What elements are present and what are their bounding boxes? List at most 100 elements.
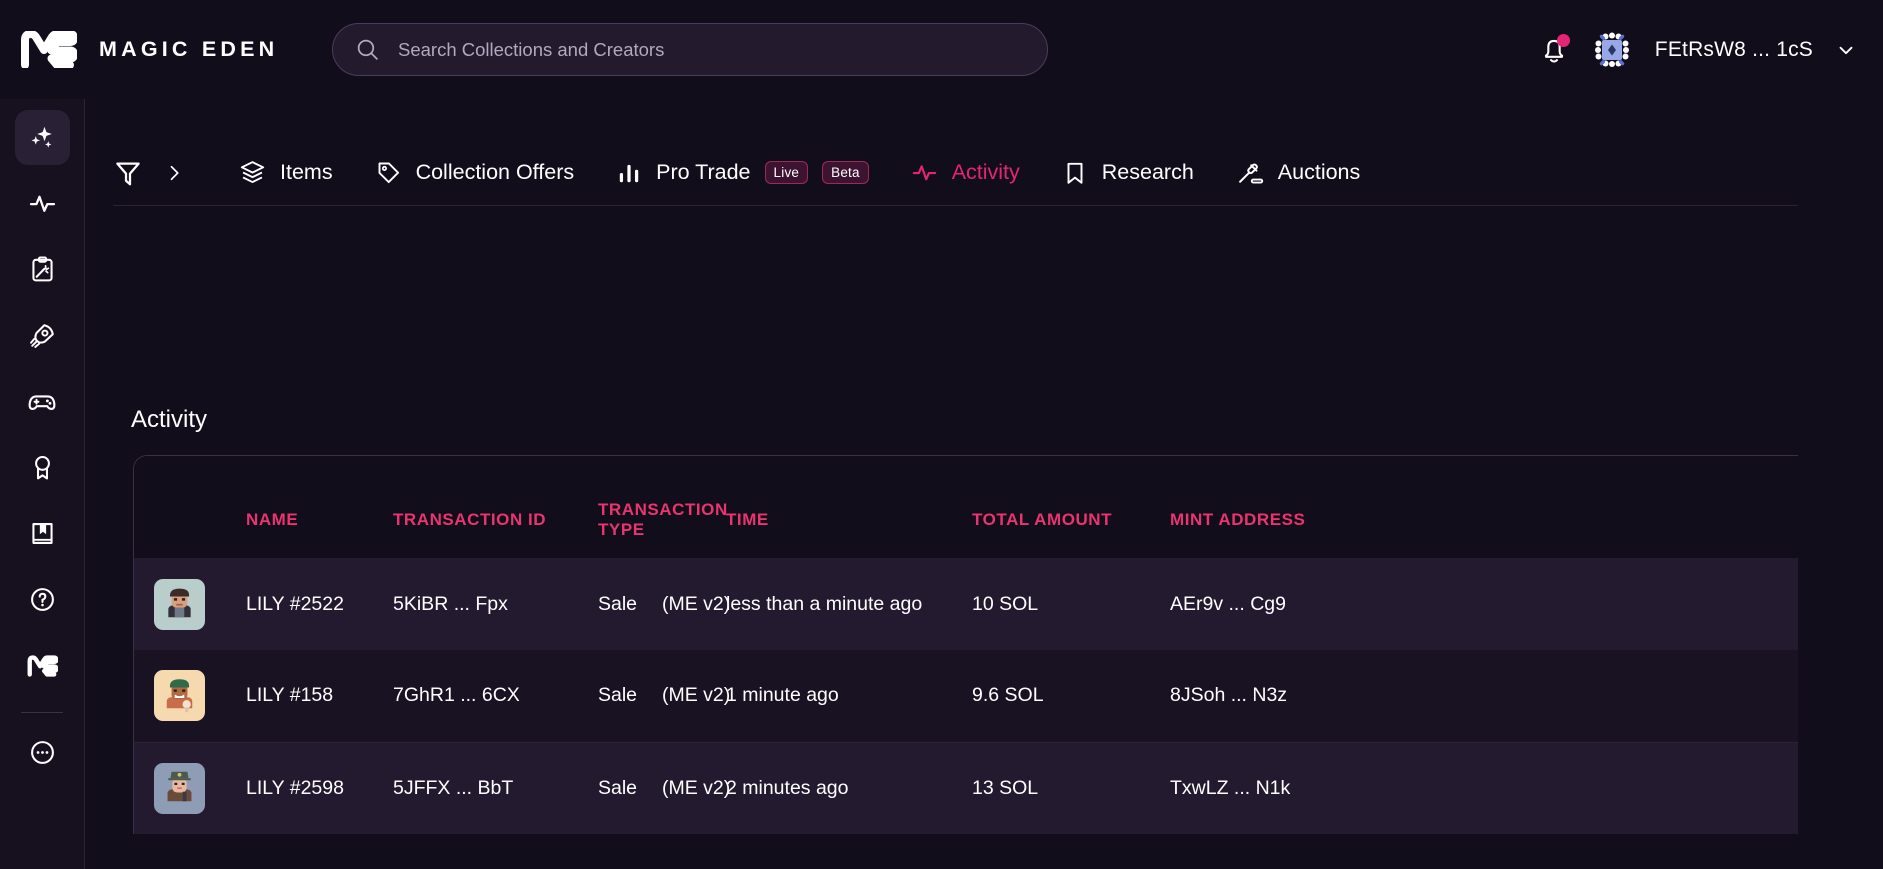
- row-time: 1 minute ago: [726, 650, 972, 742]
- row-name: LILY #158: [246, 650, 393, 742]
- gavel-icon: [1238, 162, 1263, 184]
- chevron-down-icon[interactable]: [1835, 39, 1857, 61]
- sidebar-item-games[interactable]: [15, 374, 70, 429]
- tab-activity[interactable]: Activity: [890, 140, 1041, 206]
- activity-table-panel: NAME TRANSACTION ID TRANSACTION TYPE TIM…: [133, 455, 1798, 834]
- activity-pulse-icon: [29, 195, 55, 212]
- row-transaction-id[interactable]: 5JFFX ... BbT: [393, 741, 598, 834]
- wallet-avatar[interactable]: [1590, 28, 1633, 71]
- gamepad-icon: [28, 394, 56, 410]
- collection-tabs: Items Collection Offers Pro Trade Live B…: [113, 140, 1798, 206]
- brand-name: MAGIC EDEN: [99, 37, 279, 61]
- row-marketplace: (ME v2): [662, 650, 730, 742]
- tab-items[interactable]: Items: [218, 140, 354, 206]
- tab-auctions[interactable]: Auctions: [1215, 140, 1381, 206]
- magic-eden-logo-icon: [21, 31, 77, 68]
- sparkles-icon: [31, 126, 52, 148]
- sidebar-item-discover[interactable]: [14, 110, 70, 165]
- sidebar-item-launchpad[interactable]: [15, 308, 70, 363]
- badge-beta: Beta: [822, 161, 869, 184]
- help-circle-icon: [30, 588, 54, 611]
- tag-icon: [378, 162, 399, 184]
- table-row[interactable]: LILY #2598 5JFFX ... BbT Sale (ME v2) 2 …: [134, 741, 1798, 834]
- activity-pulse-icon: [912, 165, 936, 181]
- tab-activity-label: Activity: [951, 160, 1020, 184]
- tab-pro-trade[interactable]: Pro Trade Live Beta: [595, 140, 890, 206]
- col-thumbnail: [134, 456, 246, 558]
- sidebar-item-activity[interactable]: [15, 176, 70, 231]
- row-transaction-type: Sale: [598, 650, 662, 742]
- sidebar-item-rewards[interactable]: [15, 440, 70, 495]
- rocket-icon: [29, 324, 54, 348]
- table-row[interactable]: LILY #2522 5KiBR ... Fpx Sale (ME v2) le…: [134, 558, 1798, 650]
- tab-pro-trade-label: Pro Trade: [656, 160, 751, 184]
- badge-live: Live: [764, 161, 809, 184]
- notification-badge-dot: [1556, 33, 1570, 47]
- search-icon: [357, 39, 378, 60]
- wallet-avatar-icon: [1594, 32, 1629, 67]
- row-name: LILY #2598: [246, 741, 393, 834]
- magic-eden-app: MAGIC EDEN Search Collections and Creato…: [0, 0, 1883, 869]
- col-time: TIME: [726, 456, 972, 558]
- row-marketplace: (ME v2): [662, 741, 730, 834]
- tab-collection-offers[interactable]: Collection Offers: [354, 140, 596, 206]
- row-time: 2 minutes ago: [726, 741, 972, 834]
- row-total-amount: 9.6 SOL: [972, 650, 1170, 742]
- row-mint-address[interactable]: 8JSoh ... N3z: [1170, 650, 1798, 742]
- sidebar-item-learn[interactable]: [15, 506, 70, 561]
- sidebar-divider: [21, 712, 63, 713]
- award-ribbon-icon: [34, 455, 50, 480]
- row-thumbnail-cell: [134, 741, 246, 834]
- tab-research[interactable]: Research: [1041, 140, 1215, 206]
- row-transaction-id[interactable]: 7GhR1 ... 6CX: [393, 650, 598, 742]
- sidebar-item-magic-eden[interactable]: [15, 638, 70, 693]
- row-transaction-type: Sale: [598, 558, 662, 650]
- row-mint-address[interactable]: AEr9v ... Cg9: [1170, 558, 1798, 650]
- filter-toggle-group[interactable]: [113, 140, 218, 206]
- table-header-row: NAME TRANSACTION ID TRANSACTION TYPE TIM…: [134, 456, 1798, 558]
- bar-chart-icon: [619, 164, 639, 182]
- page-title: Activity: [131, 406, 208, 433]
- nft-thumbnail: [154, 578, 205, 630]
- activity-table-head: NAME TRANSACTION ID TRANSACTION TYPE TIM…: [134, 456, 1798, 558]
- filter-icon[interactable]: [113, 158, 143, 188]
- tab-items-label: Items: [280, 160, 333, 184]
- magic-eden-mark-icon: [27, 654, 58, 677]
- activity-table: NAME TRANSACTION ID TRANSACTION TYPE TIM…: [134, 456, 1798, 834]
- nft-thumbnail: [154, 762, 205, 814]
- row-transaction-type: Sale: [598, 741, 662, 834]
- layers-icon: [240, 161, 265, 184]
- bookmark-icon: [1067, 162, 1083, 184]
- row-thumbnail-cell: [134, 650, 246, 742]
- row-thumbnail-cell: [134, 558, 246, 650]
- tab-collection-offers-label: Collection Offers: [415, 160, 575, 184]
- col-total-amount: TOTAL AMOUNT: [972, 456, 1170, 558]
- top-bar-right: FEtRsW8 ... 1cS: [1539, 0, 1857, 99]
- left-sidebar: [0, 99, 85, 869]
- search-bar[interactable]: [332, 23, 1048, 76]
- sidebar-item-launchpad-board[interactable]: [15, 242, 70, 297]
- clipboard-wand-icon: [31, 256, 53, 282]
- col-transaction-id: TRANSACTION ID: [393, 456, 598, 558]
- col-mint-address: MINT ADDRESS: [1170, 456, 1798, 558]
- row-mint-address[interactable]: TxwLZ ... N1k: [1170, 741, 1798, 834]
- brand-logo[interactable]: MAGIC EDEN: [20, 0, 278, 99]
- col-name: NAME: [246, 456, 393, 558]
- table-row[interactable]: LILY #158 7GhR1 ... 6CX Sale (ME v2) 1 m…: [134, 650, 1798, 742]
- row-time: less than a minute ago: [726, 558, 972, 650]
- notifications-button[interactable]: [1539, 33, 1570, 66]
- sidebar-item-more[interactable]: [15, 725, 70, 780]
- more-dots-icon: [30, 741, 54, 764]
- tab-auctions-label: Auctions: [1277, 160, 1361, 184]
- wallet-address-label[interactable]: FEtRsW8 ... 1cS: [1655, 38, 1813, 62]
- row-total-amount: 10 SOL: [972, 558, 1170, 650]
- top-bar: MAGIC EDEN Search Collections and Creato…: [0, 0, 1883, 99]
- activity-table-body: LILY #2522 5KiBR ... Fpx Sale (ME v2) le…: [134, 558, 1798, 834]
- tab-research-label: Research: [1101, 160, 1194, 184]
- sidebar-item-help[interactable]: [15, 572, 70, 627]
- search-input[interactable]: [398, 38, 1025, 61]
- row-name: LILY #2522: [246, 558, 393, 650]
- row-transaction-id[interactable]: 5KiBR ... Fpx: [393, 558, 598, 650]
- col-transaction-type: TRANSACTION TYPE: [598, 456, 727, 558]
- chevron-right-icon[interactable]: [164, 162, 184, 184]
